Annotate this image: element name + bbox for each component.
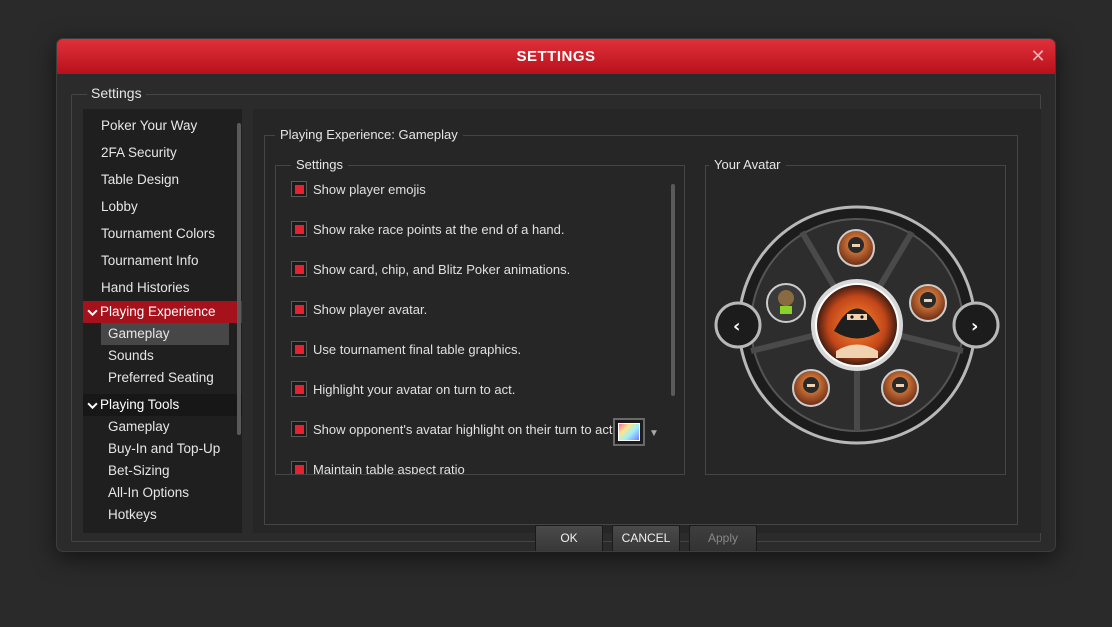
sidebar-subitem-gameplay[interactable]: Gameplay: [101, 323, 229, 345]
option-label: Use tournament final table graphics.: [313, 341, 522, 357]
check-mark: [294, 184, 304, 194]
sidebar-subitem-hotkeys[interactable]: Hotkeys: [83, 504, 242, 526]
option-label: Highlight your avatar on turn to act.: [313, 381, 516, 397]
highlight-color-picker[interactable]: [613, 418, 645, 446]
options-scrollbar[interactable]: [671, 184, 675, 396]
sidebar-subitem-buy-in[interactable]: Buy-In and Top-Up: [83, 438, 242, 460]
category-label: Playing Experience: [100, 304, 216, 319]
options-frame: Show player emojis Show rake race points…: [275, 165, 685, 475]
avatar-selector-wheel: ‹ ›: [714, 205, 1000, 445]
chevron-left-icon[interactable]: ‹: [714, 301, 762, 349]
avatar-group-label: Your Avatar: [709, 157, 786, 172]
settings-group-label: Settings: [87, 85, 146, 101]
option-row: Show card, chip, and Blitz Poker animati…: [291, 260, 570, 278]
option-row: Highlight your avatar on turn to act.: [291, 380, 515, 398]
checkbox[interactable]: [291, 461, 307, 474]
panel-title: Playing Experience: Gameplay: [275, 127, 463, 142]
sidebar-category-playing-tools[interactable]: Playing Tools: [83, 394, 242, 416]
sidebar-subitem-tools-gameplay[interactable]: Gameplay: [83, 416, 242, 438]
settings-window: SETTINGS ✕ Settings Poker Your Way 2FA S…: [56, 38, 1056, 552]
check-mark: [294, 464, 304, 474]
option-label: Show card, chip, and Blitz Poker animati…: [313, 261, 571, 277]
color-swatch: [618, 423, 640, 441]
checkbox[interactable]: [291, 301, 307, 317]
sidebar: Poker Your Way 2FA Security Table Design…: [83, 109, 242, 533]
sidebar-item-poker-your-way[interactable]: Poker Your Way: [83, 112, 242, 139]
check-mark: [294, 304, 304, 314]
checkbox[interactable]: [291, 381, 307, 397]
option-row: Show opponent's avatar highlight on thei…: [291, 420, 616, 438]
options-group-label: Settings: [291, 157, 348, 172]
option-row: Show player emojis: [291, 180, 426, 198]
title-bar: SETTINGS ✕: [57, 39, 1055, 74]
dropdown-arrow-icon[interactable]: ▼: [649, 428, 659, 439]
option-label: Maintain table aspect ratio: [313, 461, 465, 475]
option-label: Show rake race points at the end of a ha…: [313, 221, 565, 237]
sidebar-item-2fa-security[interactable]: 2FA Security: [83, 139, 242, 166]
category-label: Playing Tools: [100, 397, 180, 412]
checkbox[interactable]: [291, 261, 307, 277]
option-row: Maintain table aspect ratio: [291, 460, 465, 475]
window-title: SETTINGS: [516, 48, 596, 65]
chevron-down-icon: [87, 402, 98, 409]
chevron-right-icon[interactable]: ›: [952, 301, 1000, 349]
avatar-option[interactable]: [881, 369, 919, 407]
avatar-frame: ‹ ›: [705, 165, 1006, 475]
checkbox[interactable]: [291, 181, 307, 197]
option-label: Show opponent's avatar highlight on thei…: [313, 421, 617, 437]
sidebar-category-playing-experience[interactable]: Playing Experience: [83, 301, 242, 323]
option-row: Show rake race points at the end of a ha…: [291, 220, 565, 238]
checkbox[interactable]: [291, 421, 307, 437]
check-mark: [294, 384, 304, 394]
checkbox[interactable]: [291, 341, 307, 357]
option-label: Show player avatar.: [313, 301, 428, 317]
sidebar-item-lobby[interactable]: Lobby: [83, 193, 242, 220]
main-panel: Playing Experience: Gameplay Show player…: [253, 109, 1041, 551]
sidebar-item-tournament-colors[interactable]: Tournament Colors: [83, 220, 242, 247]
sidebar-subitem-preferred-seating[interactable]: Preferred Seating: [83, 367, 242, 389]
check-mark: [294, 344, 304, 354]
avatar-option[interactable]: [837, 229, 875, 267]
sidebar-item-table-design[interactable]: Table Design: [83, 166, 242, 193]
apply-button[interactable]: Apply: [689, 525, 757, 551]
option-label: Show player emojis: [313, 181, 426, 197]
avatar-option[interactable]: [909, 284, 947, 322]
cancel-button[interactable]: CANCEL: [612, 525, 680, 551]
check-mark: [294, 224, 304, 234]
sidebar-scrollbar[interactable]: [237, 123, 241, 435]
sidebar-subitem-all-in-options[interactable]: All-In Options: [83, 482, 242, 504]
avatar-option[interactable]: [766, 283, 806, 323]
sidebar-subitem-bet-sizing[interactable]: Bet-Sizing: [83, 460, 242, 482]
checkbox[interactable]: [291, 221, 307, 237]
svg-text:›: ›: [971, 316, 978, 337]
sidebar-item-hand-histories[interactable]: Hand Histories: [83, 274, 242, 301]
selected-avatar: [811, 279, 903, 371]
chevron-down-icon: [87, 309, 98, 316]
ok-button[interactable]: OK: [535, 525, 603, 551]
sidebar-subitem-sounds[interactable]: Sounds: [83, 345, 242, 367]
avatar-option[interactable]: [792, 369, 830, 407]
check-mark: [294, 424, 304, 434]
svg-text:‹: ‹: [733, 316, 740, 337]
option-row: Show player avatar.: [291, 300, 427, 318]
check-mark: [294, 264, 304, 274]
option-row: Use tournament final table graphics.: [291, 340, 521, 358]
close-icon[interactable]: ✕: [1029, 47, 1047, 65]
sidebar-item-tournament-info[interactable]: Tournament Info: [83, 247, 242, 274]
